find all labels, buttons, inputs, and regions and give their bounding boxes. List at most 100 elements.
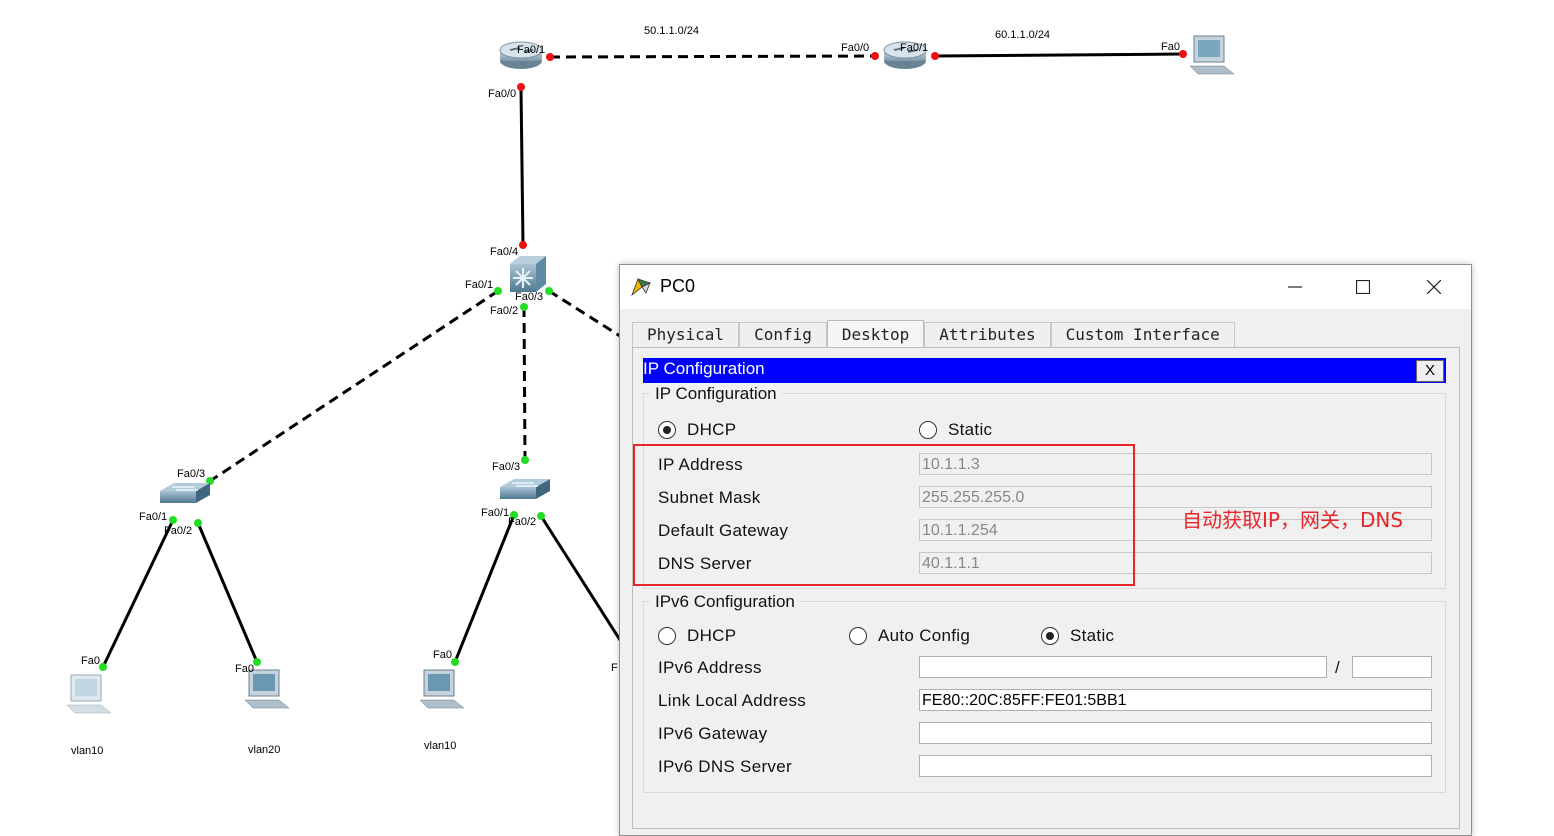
annotation-text: 自动获取IP，网关，DNS — [1182, 508, 1404, 532]
switch-icon[interactable] — [160, 483, 210, 503]
port-dot — [537, 512, 545, 520]
static-radio-label: Static — [948, 420, 993, 439]
ipv6-static-radio[interactable] — [1041, 627, 1059, 645]
ipv6-dhcp-label: DHCP — [687, 626, 737, 645]
tab-desktop[interactable]: Desktop — [826, 320, 925, 348]
port-dot — [520, 303, 528, 311]
highlight-box — [633, 444, 1135, 586]
ip-config-header-title: IP Configuration — [643, 359, 765, 378]
pc-icon[interactable] — [1189, 35, 1235, 75]
pc-name-label: vlan10 — [71, 745, 103, 757]
maximize-icon — [1356, 280, 1370, 294]
port-label: F — [611, 662, 618, 674]
window-title: PC0 — [660, 276, 696, 296]
ip-config-header: IP Configuration X — [643, 358, 1446, 383]
subnet-label: 60.1.1.0/24 — [995, 29, 1050, 41]
link-sw2-pc3 — [453, 514, 516, 663]
port-label: Fa0/1 — [481, 507, 509, 519]
close-button[interactable] — [1411, 273, 1457, 301]
port-label: Fa0/1 — [900, 42, 928, 54]
tab-config[interactable]: Config — [739, 322, 827, 347]
link-ms-sw1 — [209, 289, 499, 483]
tab-bar: Physical Config Desktop Attributes Custo… — [632, 320, 1235, 348]
link-ms-sw2 — [522, 306, 527, 461]
port-label: Fa0/3 — [492, 461, 520, 473]
link-sw2-pc4 — [539, 515, 622, 641]
pc-name-label: vlan20 — [248, 744, 280, 756]
ipv6-dns-field[interactable] — [919, 755, 1432, 777]
port-dot — [494, 287, 502, 295]
ipv6-gateway-label: IPv6 Gateway — [658, 724, 768, 743]
port-dot — [1179, 50, 1187, 58]
tab-physical[interactable]: Physical — [632, 322, 740, 347]
ipv6-auto-config-radio[interactable] — [849, 627, 867, 645]
dhcp-radio-label: DHCP — [687, 420, 737, 439]
ipv6-auto-config-label: Auto Config — [878, 626, 971, 645]
tab-custom-interface[interactable]: Custom Interface — [1050, 322, 1235, 347]
link-local-label: Link Local Address — [658, 691, 807, 710]
subnet-label: 50.1.1.0/24 — [644, 25, 699, 37]
port-dot — [517, 83, 525, 91]
packet-tracer-icon — [631, 278, 652, 297]
dhcp-radio-dot — [663, 426, 671, 434]
link-r1-r2 — [549, 54, 876, 59]
prefix-slash: / — [1335, 658, 1341, 677]
port-label: Fa0/2 — [164, 525, 192, 537]
tab-attributes[interactable]: Attributes — [924, 322, 1051, 347]
pc-icon[interactable] — [244, 669, 290, 709]
ipv6-static-label: Static — [1070, 626, 1115, 645]
dhcp-radio[interactable] — [658, 421, 676, 439]
ipv6-static-radio-dot — [1046, 632, 1054, 640]
ipv4-group-title: IP Configuration — [650, 384, 782, 404]
ipv6-group-title: IPv6 Configuration — [650, 592, 800, 612]
desktop-panel: IP Configuration X IP Configuration DHCP… — [632, 347, 1460, 829]
minimize-icon — [1288, 286, 1302, 288]
port-label: Fa0 — [235, 663, 254, 675]
port-dot — [545, 287, 553, 295]
port-label: Fa0/1 — [465, 279, 493, 291]
port-dot — [451, 658, 459, 666]
switch-icon[interactable] — [500, 479, 550, 499]
minimize-button[interactable] — [1272, 273, 1318, 301]
port-label: Fa0/0 — [841, 42, 869, 54]
window-titlebar[interactable]: PC0 — [620, 265, 1471, 309]
port-dot — [546, 53, 554, 61]
multilayer-switch-icon[interactable] — [510, 256, 546, 292]
link-r1-ms — [519, 87, 525, 246]
port-label: Fa0/2 — [490, 305, 518, 317]
port-label: Fa0/3 — [177, 468, 205, 480]
port-dot — [169, 516, 177, 524]
pc-icon[interactable] — [66, 674, 112, 714]
static-radio[interactable] — [919, 421, 937, 439]
port-dot — [521, 456, 529, 464]
pc-name-label: vlan10 — [424, 740, 456, 752]
port-label: Fa0 — [433, 649, 452, 661]
port-label: Fa0/1 — [517, 44, 545, 56]
port-label: Fa0/1 — [139, 511, 167, 523]
ipv6-gateway-field[interactable] — [919, 722, 1432, 744]
ipv6-address-label: IPv6 Address — [658, 658, 762, 677]
port-label: Fa0 — [81, 655, 100, 667]
port-dot — [253, 658, 261, 666]
port-label: Fa0/2 — [508, 516, 536, 528]
port-label: Fa0 — [1161, 41, 1180, 53]
maximize-button[interactable] — [1340, 273, 1386, 301]
link-local-field[interactable]: FE80::20C:85FF:FE01:5BB1 — [919, 689, 1432, 711]
ipv6-dns-label: IPv6 DNS Server — [658, 757, 792, 776]
port-dot — [931, 52, 939, 60]
link-sw1-pc2 — [196, 522, 259, 663]
pc-icon[interactable] — [419, 669, 465, 709]
ipv6-address-field[interactable] — [919, 656, 1327, 678]
port-dot — [871, 52, 879, 60]
ipv6-group: IPv6 Configuration DHCP Auto Config Stat… — [643, 592, 1446, 793]
close-icon — [1427, 280, 1441, 294]
ipv6-prefix-field[interactable] — [1352, 656, 1432, 678]
link-ms-right — [548, 289, 621, 338]
ip-config-close-button[interactable]: X — [1416, 360, 1444, 382]
link-r2-pc — [934, 52, 1184, 58]
link-sw1-pc1 — [101, 519, 175, 668]
ipv6-dhcp-radio[interactable] — [658, 627, 676, 645]
port-label: Fa0/4 — [490, 246, 518, 258]
port-dot — [519, 241, 527, 249]
port-dot — [194, 519, 202, 527]
